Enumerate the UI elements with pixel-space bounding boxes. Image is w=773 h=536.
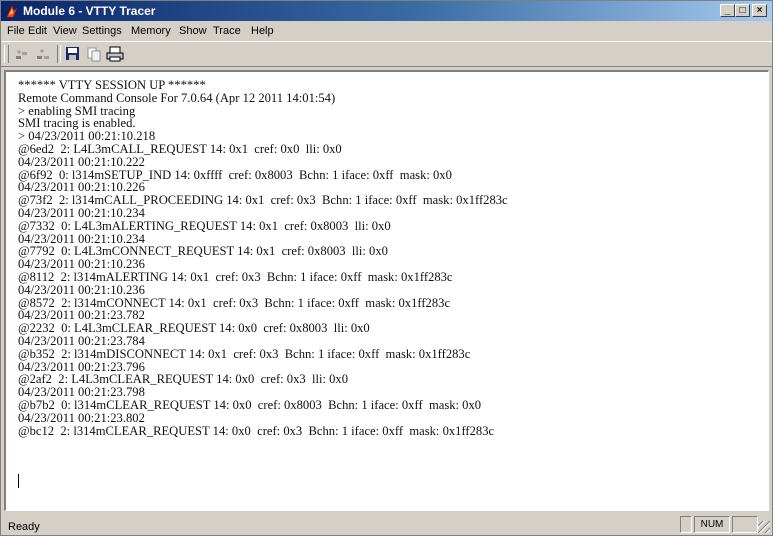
print-button[interactable] bbox=[105, 45, 125, 63]
copy-button[interactable] bbox=[84, 45, 104, 63]
disconnect-icon bbox=[37, 49, 49, 59]
maximize-button[interactable]: □ bbox=[735, 4, 750, 17]
disconnect-button[interactable] bbox=[34, 45, 54, 63]
text-cursor bbox=[18, 474, 19, 488]
app-icon bbox=[6, 5, 18, 18]
console-line: @8112 2: l314mALERTING 14: 0x1 cref: 0x3… bbox=[18, 269, 453, 284]
toolbar bbox=[1, 41, 772, 67]
console-output: ****** VTTY SESSION UP ****** Remote Comm… bbox=[18, 79, 508, 437]
status-bar: Ready NUM bbox=[1, 513, 772, 535]
console-line: 04/23/2011 00:21:23.798 bbox=[18, 385, 145, 400]
menu-trace[interactable]: Trace bbox=[213, 25, 241, 37]
menu-help[interactable]: Help bbox=[251, 25, 274, 37]
print-icon bbox=[106, 46, 124, 62]
copy-icon bbox=[87, 47, 101, 62]
toolbar-separator bbox=[57, 45, 61, 63]
window-title: Module 6 - VTTY Tracer bbox=[23, 4, 156, 18]
connect-button[interactable] bbox=[13, 45, 33, 63]
console-line: ****** VTTY SESSION UP ****** bbox=[18, 78, 206, 92]
minimize-button[interactable]: _ bbox=[720, 4, 735, 17]
title-bar[interactable]: Module 6 - VTTY Tracer _ □ × bbox=[1, 1, 772, 21]
console-line: Remote Command Console For 7.0.64 (Apr 1… bbox=[18, 90, 336, 105]
save-icon bbox=[66, 47, 79, 60]
console-line: 04/23/2011 00:21:10.222 bbox=[18, 154, 145, 169]
num-lock-indicator: NUM bbox=[694, 516, 730, 533]
menu-file[interactable]: File bbox=[7, 25, 25, 37]
menu-settings[interactable]: Settings bbox=[82, 25, 122, 37]
close-button[interactable]: × bbox=[752, 4, 767, 17]
status-pane-indicator bbox=[680, 516, 692, 533]
console-line: @b352 2: l314mDISCONNECT 14: 0x1 cref: 0… bbox=[18, 346, 471, 361]
console-line: @7332 0: L4L3mALERTING_REQUEST 14: 0x1 c… bbox=[18, 218, 391, 233]
status-text: Ready bbox=[8, 521, 40, 533]
resize-grip-icon[interactable] bbox=[758, 521, 770, 533]
save-button[interactable] bbox=[63, 45, 83, 63]
menu-view[interactable]: View bbox=[53, 25, 77, 37]
app-window: Module 6 - VTTY Tracer _ □ × File Edit V… bbox=[0, 0, 773, 536]
console-line: @bc12 2: l314mCLEAR_REQUEST 14: 0x0 cref… bbox=[18, 423, 495, 438]
connect-icon bbox=[16, 50, 27, 59]
console-line: @6ed2 2: L4L3mCALL_REQUEST 14: 0x1 cref:… bbox=[18, 141, 342, 156]
menu-bar: File Edit View Settings Memory Show Trac… bbox=[1, 22, 772, 40]
toolbar-grip[interactable] bbox=[4, 45, 9, 63]
console-line: 04/23/2011 00:21:23.784 bbox=[18, 333, 145, 348]
menu-edit[interactable]: Edit bbox=[28, 25, 47, 37]
console-line: 04/23/2011 00:21:23.802 bbox=[18, 410, 145, 425]
trace-console[interactable]: ****** VTTY SESSION UP ****** Remote Comm… bbox=[4, 70, 769, 511]
menu-show[interactable]: Show bbox=[179, 25, 207, 37]
menu-memory[interactable]: Memory bbox=[131, 25, 171, 37]
console-line: 04/23/2011 00:21:10.236 bbox=[18, 282, 145, 297]
status-pane-scroll bbox=[732, 516, 758, 533]
console-line: 04/23/2011 00:21:10.234 bbox=[18, 205, 145, 220]
console-line: @b7b2 0: l314mCLEAR_REQUEST 14: 0x0 cref… bbox=[18, 397, 482, 412]
